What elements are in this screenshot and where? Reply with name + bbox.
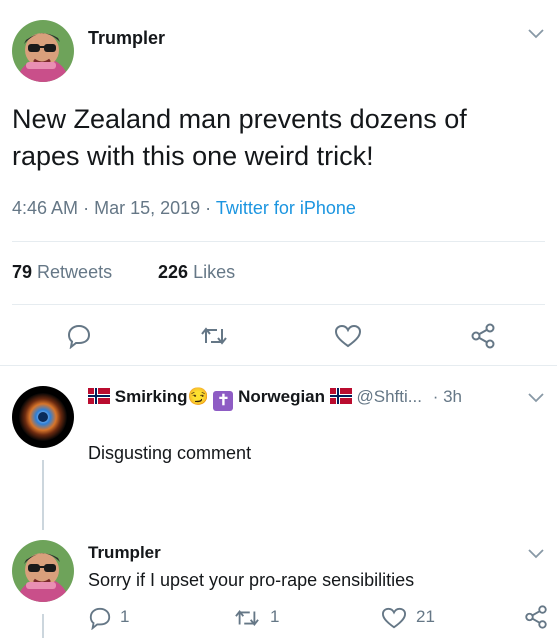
divider <box>12 241 545 242</box>
reply-avatar[interactable] <box>12 386 74 448</box>
reply-display-name[interactable]: Smirking😏 ✝ Norwegian @Shfti... · 3h <box>88 387 462 411</box>
like-icon[interactable] <box>334 323 362 349</box>
tweet-source[interactable]: Twitter for iPhone <box>216 198 356 218</box>
thread-line <box>42 460 44 530</box>
reply-icon[interactable] <box>88 606 112 630</box>
share-icon[interactable] <box>469 322 497 350</box>
norway-flag-icon <box>329 388 352 404</box>
retweet-count: 1 <box>270 607 280 626</box>
likes-label: Likes <box>193 262 236 282</box>
reply-name-part1: Smirking <box>114 387 188 406</box>
reply-time[interactable]: · 3h <box>433 387 462 406</box>
like-icon[interactable] <box>381 606 407 630</box>
divider <box>0 365 557 366</box>
reply-handle: @Shfti... <box>356 387 422 406</box>
tweet-text: New Zealand man prevents dozens of rapes… <box>12 104 467 171</box>
author-name[interactable]: Trumpler <box>88 28 165 49</box>
meta-separator: · <box>205 198 212 218</box>
share-icon[interactable] <box>523 604 549 630</box>
reply-text: Disgusting comment <box>88 443 252 463</box>
thread-line <box>42 614 44 638</box>
divider <box>12 304 545 305</box>
author-avatar[interactable] <box>12 20 74 82</box>
tweet-time: 4:46 AM <box>12 198 79 218</box>
chevron-down-icon[interactable] <box>527 28 545 40</box>
tweet-meta: 4:46 AM · Mar 15, 2019 · Twitter for iPh… <box>12 198 356 219</box>
retweets-count: 79 <box>12 262 33 282</box>
retweets-stat[interactable]: 79 Retweets <box>12 262 112 283</box>
chevron-down-icon[interactable] <box>527 548 545 560</box>
meta-separator: · <box>83 198 90 218</box>
author-name[interactable]: Trumpler <box>88 543 161 563</box>
reply-icon[interactable] <box>66 323 92 349</box>
tweet-date[interactable]: Mar 15, 2019 <box>94 198 200 218</box>
chevron-down-icon[interactable] <box>527 392 545 404</box>
reply-count: 1 <box>120 607 130 626</box>
author-avatar[interactable] <box>12 540 74 602</box>
smirk-emoji-icon: 😏 <box>187 387 209 406</box>
cross-emoji-icon: ✝ <box>213 391 234 411</box>
likes-stat[interactable]: 226 Likes <box>158 262 235 283</box>
retweet-icon[interactable] <box>234 606 260 630</box>
retweet-icon[interactable] <box>200 323 228 349</box>
retweets-label: Retweets <box>37 262 113 282</box>
reply-text: Sorry if I upset your pro-rape sensibili… <box>88 570 415 590</box>
norway-flag-icon <box>88 388 110 404</box>
like-count: 21 <box>416 607 435 626</box>
reply-name-part2: Norwegian <box>238 387 326 406</box>
likes-count: 226 <box>158 262 189 282</box>
